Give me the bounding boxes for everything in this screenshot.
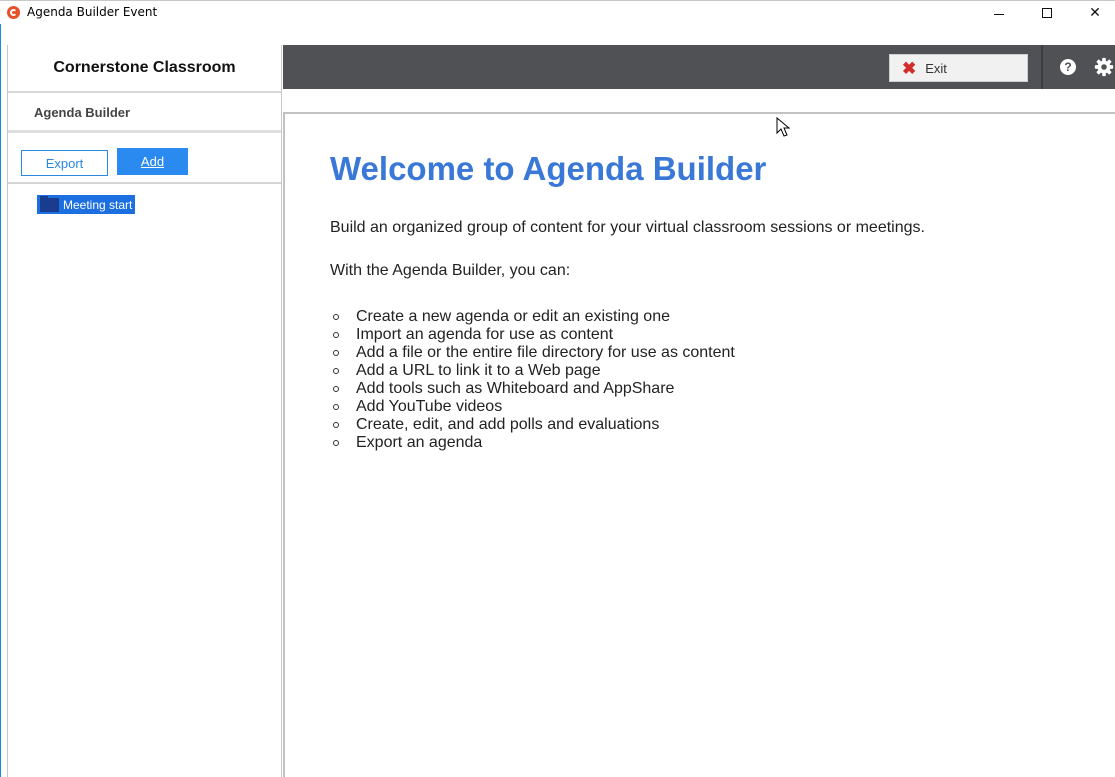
toolbar-separator [1041,45,1043,89]
window-titlebar: Agenda Builder Event ✕ [0,0,1115,24]
list-item: Add a URL to link it to a Web page [330,362,735,380]
list-item: Create a new agenda or edit an existing … [330,308,735,326]
help-icon[interactable]: ? [1060,59,1076,75]
sidebar-divider [8,182,281,184]
intro-text: Build an organized group of content for … [330,219,925,236]
welcome-panel: Welcome to Agenda Builder Build an organ… [283,114,1115,777]
export-button[interactable]: Export [21,150,108,176]
exit-button-label: Exit [925,60,947,76]
gear-icon[interactable] [1093,56,1115,78]
agenda-item-meeting-start[interactable]: Meeting start [37,195,136,214]
window-title: Agenda Builder Event [27,5,158,19]
list-item: Add YouTube videos [330,398,735,416]
list-item: Create, edit, and add polls and evaluati… [330,416,735,434]
maximize-icon [1042,8,1052,18]
exit-button[interactable]: ✖ Exit [889,54,1028,82]
minimize-button[interactable] [976,1,1022,25]
sidebar: Cornerstone Classroom Agenda Builder Exp… [7,45,282,777]
add-button-label: Add [140,154,165,169]
content-header-strip [283,89,1115,114]
mouse-cursor-icon [776,117,791,137]
list-item: Add a file or the entire file directory … [330,344,735,362]
add-button[interactable]: Add [117,148,188,175]
brand-title: Cornerstone Classroom [8,45,281,93]
list-item: Add tools such as Whiteboard and AppShar… [330,380,735,398]
close-x-icon: ✖ [902,58,917,78]
top-toolbar: ✖ Exit ? [283,45,1115,89]
feature-list: Create a new agenda or edit an existing … [330,308,735,452]
window-frame-edge [0,24,1,777]
page-title: Welcome to Agenda Builder [330,150,767,187]
list-item: Export an agenda [330,434,735,452]
minimize-icon [994,13,1004,15]
lead-text: With the Agenda Builder, you can: [330,262,571,279]
close-window-button[interactable]: ✕ [1072,1,1115,25]
section-title: Agenda Builder [8,95,281,133]
folder-icon [40,195,59,212]
list-item: Import an agenda for use as content [330,326,735,344]
maximize-button[interactable] [1024,1,1070,25]
agenda-item-label: Meeting start [63,197,133,212]
app-logo-icon [7,6,20,19]
